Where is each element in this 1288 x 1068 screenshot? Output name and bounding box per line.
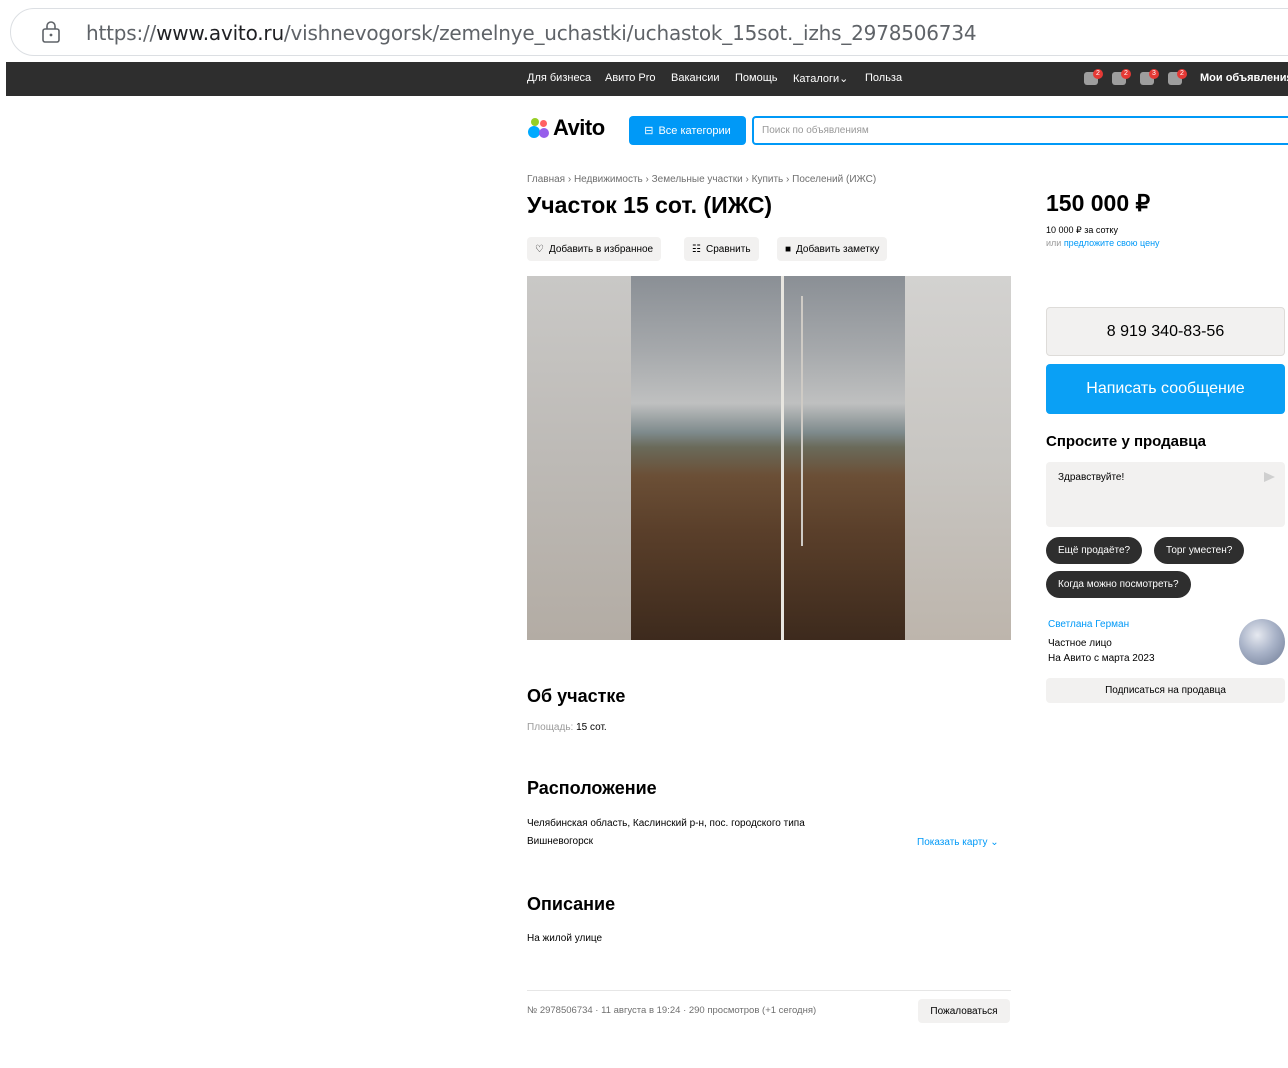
search-input[interactable]: Поиск по объявлениям [752,116,1288,145]
offer-price-row: или предложите свою цену [1046,238,1160,248]
description-heading: Описание [527,894,616,914]
compare-button[interactable]: ☷ Сравнить [684,237,759,261]
nav-link-avito-pro[interactable]: Авито Pro [605,72,656,84]
lock-icon [42,21,60,43]
seller-name-link[interactable]: Светлана Герман [1048,619,1129,630]
quick-question-bargain[interactable]: Торг уместен? [1154,537,1245,564]
photo-blur-left [527,276,631,640]
chevron-down-icon: ⌄ [839,73,849,85]
write-message-button[interactable]: Написать сообщение [1046,364,1285,414]
url-text[interactable]: https://www.avito.ru/vishnevogorsk/zemel… [86,21,977,45]
url-prefix: https:// [86,21,157,45]
compare-label: Сравнить [705,243,751,255]
note-icon: ■ [785,243,792,255]
heart-icon: ♡ [535,243,544,255]
address-line-2: Вишневогорск [527,836,594,847]
search-placeholder: Поиск по объявлениям [762,125,869,136]
url-path: /vishnevogorsk/zemelnye_uchastki/uchasto… [283,21,977,45]
url-domain: www.avito.ru [156,21,284,45]
photo-birch-tree [781,276,784,640]
notifications-icon[interactable]: 2 [1112,69,1132,87]
all-categories-button[interactable]: ⊟ Все категории [629,116,746,145]
offer-price-link[interactable]: предложите свою цену [1064,238,1160,248]
logo-dots-icon [527,116,551,140]
favorites-badge: 2 [1093,69,1103,79]
add-to-favorites-button[interactable]: ♡ Добавить в избранное [527,237,662,261]
quick-question-still-selling[interactable]: Ещё продаёте? [1046,537,1143,564]
quick-question-viewing[interactable]: Когда можно посмотреть? [1046,571,1191,598]
ask-seller-heading: Спросите у продавца [1046,433,1206,450]
notifications-badge: 2 [1121,69,1131,79]
categories-search-icon: ⊟ [644,125,654,137]
price-per-unit: 10 000 ₽ за сотку [1046,225,1118,235]
send-icon[interactable] [1264,472,1275,482]
nav-link-help[interactable]: Помощь [735,72,778,84]
add-note-label: Добавить заметку [796,243,880,255]
show-phone-button[interactable]: 8 919 340-83-56 [1046,307,1285,356]
cart-icon[interactable]: 2 [1168,69,1188,87]
address-line-1: Челябинская область, Каслинский р-н, пос… [527,818,805,829]
messages-badge: 3 [1149,69,1159,79]
subscribe-seller-button[interactable]: Подписаться на продавца [1046,678,1285,703]
favorites-icon[interactable]: 2 [1084,69,1104,87]
breadcrumb[interactable]: Главная › Недвижимость › Земельные участ… [527,174,876,185]
about-heading: Об участке [527,686,626,706]
description-text: На жилой улице [527,933,603,944]
area-row: Площадь: 15 сот. [527,722,607,733]
all-categories-label: Все категории [658,124,731,137]
offer-prefix: или [1046,238,1064,248]
listing-meta: № 2978506734 · 11 августа в 19:24 · 290 … [527,1005,817,1016]
nav-link-business[interactable]: Для бизнеса [527,72,591,84]
avito-logo[interactable]: Avito [527,115,605,141]
divider [527,990,1011,991]
logo-text: Avito [553,115,605,140]
avatar[interactable] [1239,619,1285,665]
ask-seller-text: Здравствуйте! [1058,472,1125,483]
report-button[interactable]: Пожаловаться [918,999,1010,1023]
seller-since: На Авито с марта 2023 [1048,653,1155,664]
seller-type: Частное лицо [1048,638,1112,649]
nav-link-vacancies[interactable]: Вакансии [671,72,720,84]
ask-seller-textarea[interactable]: Здравствуйте! [1046,462,1285,527]
browser-address-bar[interactable]: https://www.avito.ru/vishnevogorsk/zemel… [10,8,1288,56]
cart-badge: 2 [1177,69,1187,79]
area-label: Площадь: [527,722,574,733]
location-heading: Расположение [527,778,657,798]
photo-birch-branch [801,296,803,546]
messages-icon[interactable]: 3 [1140,69,1160,87]
listing-photo[interactable] [527,276,1011,640]
add-to-favorites-label: Добавить в избранное [548,243,654,255]
photo-blur-right [905,276,1011,640]
price: 150 000 ₽ [1046,190,1151,216]
page-title: Участок 15 сот. (ИЖС) [527,192,773,218]
photo-main [631,276,905,640]
show-map-link[interactable]: Показать карту ⌄ [917,837,999,848]
area-value: 15 сот. [576,722,607,733]
top-navigation-bar: Для бизнеса Авито Pro Вакансии Помощь Ка… [6,62,1288,96]
nav-link-catalogs-label: Каталоги [793,73,840,85]
compare-icon: ☷ [692,243,701,255]
add-note-button[interactable]: ■ Добавить заметку [777,237,888,261]
nav-link-catalogs[interactable]: Каталоги⌄ [793,72,848,85]
nav-link-benefit[interactable]: Польза [865,72,902,84]
my-ads-link[interactable]: Мои объявления [1200,72,1288,84]
